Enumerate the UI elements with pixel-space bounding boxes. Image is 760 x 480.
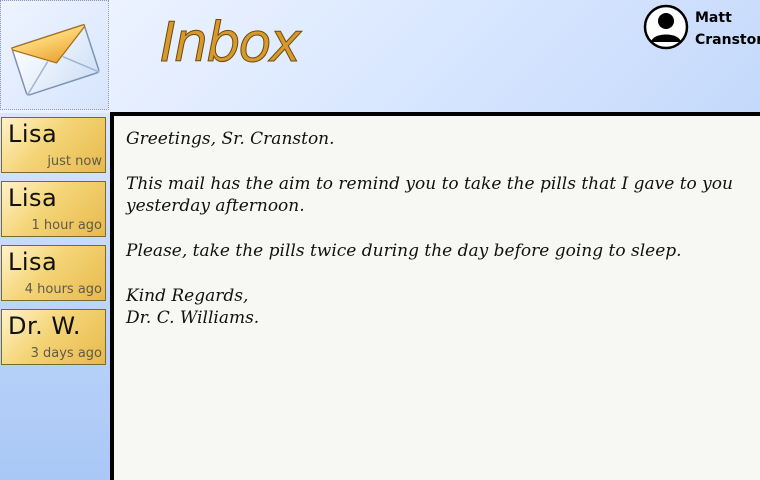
- mail-sender: Dr. W.: [8, 312, 82, 340]
- message-line: This mail has the aim to remind you to t…: [126, 174, 733, 194]
- user-last-name: Cranston: [695, 32, 760, 48]
- mail-sender: Lisa: [8, 248, 58, 276]
- mail-sender: Lisa: [8, 120, 58, 148]
- mail-list-item[interactable]: Lisa 1 hour ago: [1, 181, 106, 237]
- user-first-name: Matt: [695, 10, 732, 26]
- mail-list-item[interactable]: Lisa just now: [1, 117, 106, 173]
- mail-time: 4 hours ago: [24, 282, 102, 297]
- message-body[interactable]: Greetings, Sr. Cranston. This mail has t…: [114, 116, 760, 480]
- mail-sender: Lisa: [8, 184, 58, 212]
- mail-time: just now: [47, 154, 102, 169]
- header: Inbox Matt Cranston: [0, 0, 760, 113]
- message-signoff: Kind Regards,: [126, 286, 249, 306]
- mail-time: 3 days ago: [30, 346, 102, 361]
- message-line: yesterday afternoon.: [126, 196, 305, 216]
- app-title: Inbox: [159, 11, 301, 74]
- message-signature: Dr. C. Williams.: [126, 308, 260, 328]
- mail-list-item[interactable]: Dr. W. 3 days ago: [1, 309, 106, 365]
- user-avatar-icon: [643, 4, 689, 50]
- mail-list-sidebar: Lisa just now Lisa 1 hour ago Lisa 4 hou…: [0, 113, 110, 480]
- envelope-icon: [10, 23, 100, 96]
- user-profile[interactable]: Matt Cranston: [643, 4, 760, 54]
- app-logo[interactable]: [0, 0, 109, 110]
- message-greeting: Greetings, Sr. Cranston.: [126, 129, 335, 149]
- message-line: Please, take the pills twice during the …: [126, 241, 682, 261]
- mail-time: 1 hour ago: [31, 218, 102, 233]
- mail-list-item[interactable]: Lisa 4 hours ago: [1, 245, 106, 301]
